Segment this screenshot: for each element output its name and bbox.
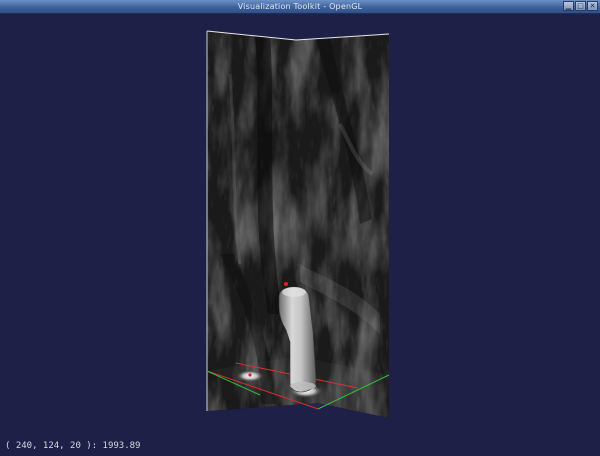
seed-marker[interactable] bbox=[284, 282, 288, 286]
scene-canvas bbox=[206, 30, 390, 418]
minimize-button[interactable]: ▁ bbox=[563, 1, 574, 11]
pick-readout: ( 240, 124, 20 ): 1993.89 bbox=[5, 441, 141, 451]
vtk-render-window: Visualization Toolkit - OpenGL ▁ □ ✕ (2… bbox=[0, 0, 600, 456]
window-controls: ▁ □ ✕ bbox=[563, 1, 598, 11]
cursor-marker[interactable] bbox=[248, 373, 252, 377]
title-bar[interactable]: Visualization Toolkit - OpenGL ▁ □ ✕ bbox=[0, 0, 600, 14]
render-viewport[interactable] bbox=[0, 14, 600, 456]
close-button[interactable]: ✕ bbox=[587, 1, 598, 11]
window-title: Visualization Toolkit - OpenGL bbox=[237, 2, 363, 11]
maximize-button[interactable]: □ bbox=[575, 1, 586, 11]
